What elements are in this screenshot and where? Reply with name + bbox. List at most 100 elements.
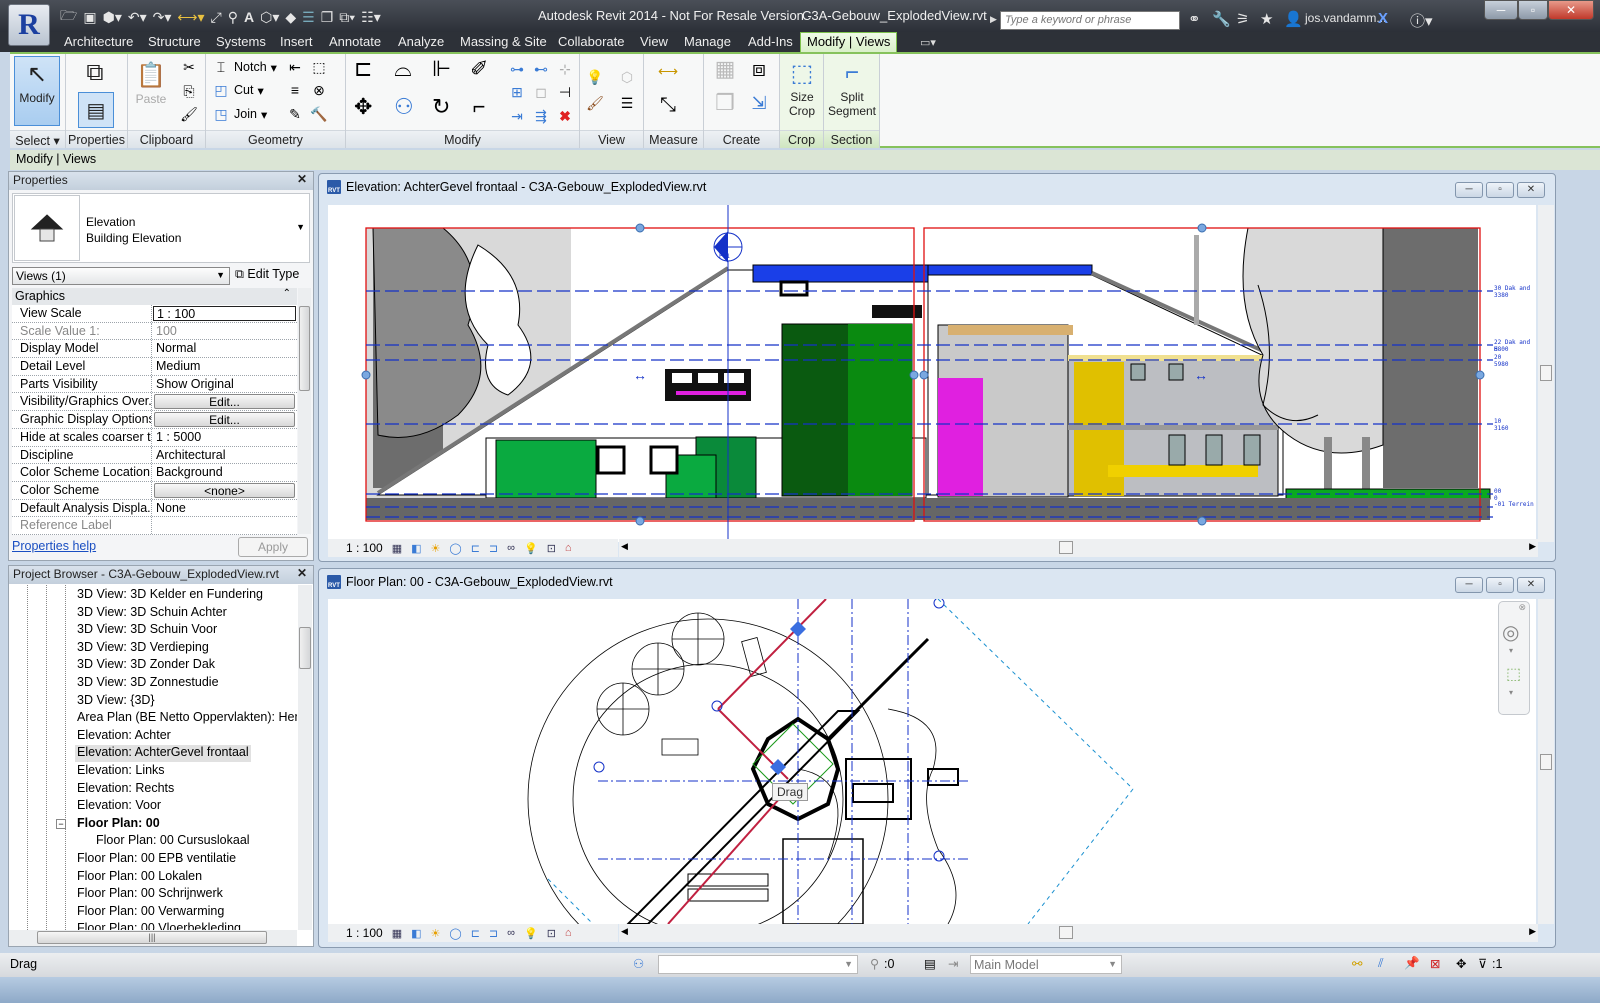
tab-modify-views[interactable]: Modify | Views (800, 32, 898, 53)
pin-icon[interactable]: ⊣ (556, 83, 574, 101)
level-name[interactable]: 20 (1494, 354, 1501, 361)
select-underlay-icon[interactable]: ⫽ (1378, 956, 1384, 971)
move-icon[interactable]: ✥ (354, 96, 372, 118)
exchange-apps-icon[interactable]: X (1378, 10, 1388, 27)
instance-filter-dropdown[interactable]: Views (1) ▼ (12, 267, 230, 285)
level-name[interactable]: -01 Terrein (1494, 501, 1534, 508)
view-close-button[interactable]: ✕ (1517, 577, 1545, 593)
design-options-icon[interactable]: ▤ (924, 956, 936, 971)
scale-icon[interactable]: ◻ (532, 83, 550, 101)
copy-elements-icon[interactable]: ⚇ (394, 96, 414, 118)
sync-icon[interactable]: ⬢▾ (103, 9, 122, 26)
highlight-displacement-icon[interactable]: ⌂ (565, 542, 572, 554)
workset-dropdown[interactable]: ▼ (658, 955, 858, 974)
align-icon[interactable]: ⊏ (354, 58, 372, 80)
thin-lines-view-icon[interactable]: ☰ (618, 94, 636, 112)
temporary-hide-icon[interactable]: ∞ (507, 542, 515, 554)
rotate-icon[interactable]: ↻ (432, 96, 450, 118)
level-name[interactable]: 30 Dak and (1494, 285, 1530, 292)
scroll-right-icon[interactable]: ▶ (1529, 541, 1536, 552)
apply-button[interactable]: Apply (238, 537, 308, 557)
tab-architecture[interactable]: Architecture (62, 34, 135, 52)
minimize-button[interactable]: ─ (1484, 0, 1518, 20)
browser-item[interactable]: Floor Plan: 00 EPB ventilatie (75, 851, 238, 868)
browser-item[interactable]: Floor Plan: 00 Verwarming (75, 904, 226, 921)
visual-style-icon[interactable]: ◧ (411, 542, 421, 555)
scroll-right-icon[interactable]: ▶ (1529, 926, 1536, 937)
ribbon-minimize-icon[interactable]: ▭▾ (920, 36, 936, 49)
analytical-model-icon[interactable]: ⊡ (547, 927, 556, 940)
thin-lines-icon[interactable]: ☰ (302, 9, 315, 26)
reveal-hidden-icon[interactable]: 💡 (524, 542, 538, 555)
switch-windows-icon[interactable]: ⧉▾ (339, 9, 355, 26)
property-value[interactable]: Background (152, 464, 297, 481)
property-value[interactable]: Architectural (152, 447, 297, 464)
collapse-icon[interactable]: ⌃ (283, 288, 291, 299)
size-crop-button[interactable]: ⬚ Size Crop (784, 56, 820, 119)
floorplan-horizontal-scrollbar[interactable]: ◀ ▶ (619, 924, 1538, 942)
floorplan-canvas[interactable]: Drag ⊗ ◎ ▾ ⬚ ▾ (328, 599, 1536, 924)
shadows-icon[interactable]: ◯ (449, 927, 461, 940)
tag-icon[interactable]: ⚲ (228, 9, 238, 26)
crop-view-icon[interactable]: ⊏ (471, 927, 480, 940)
override-graphics-icon[interactable]: ⬡ (618, 68, 636, 86)
tab-analyze[interactable]: Analyze (396, 34, 446, 52)
user-interface-icon[interactable]: ☷▾ (361, 9, 381, 26)
close-windows-icon[interactable]: ❐ (321, 9, 334, 26)
search-binoculars-icon[interactable]: ⚭ (1188, 10, 1201, 28)
browser-item[interactable]: Elevation: Rechts (75, 781, 176, 798)
notch-button[interactable]: ⌶ Notch ▾ (212, 58, 277, 76)
edit-type-button[interactable]: ⧉ Edit Type (235, 267, 299, 282)
close-browser-icon[interactable]: ✕ (297, 566, 307, 580)
section-icon[interactable]: ◆ (285, 9, 296, 26)
level-name[interactable]: 10 (1494, 418, 1501, 425)
type-properties-button[interactable]: ⧉ (78, 56, 112, 90)
tab-massing-site[interactable]: Massing & Site (458, 34, 549, 52)
infocenter-search-input[interactable]: Type a keyword or phrase (1000, 11, 1180, 30)
text-icon[interactable]: A (244, 9, 254, 25)
2d-wheel-icon[interactable]: ◎ (1502, 620, 1519, 645)
view-scale[interactable]: 1 : 100 (346, 541, 383, 555)
reveal-hidden-icon[interactable]: 💡 (524, 927, 538, 940)
communication-center-icon[interactable]: ⚞ (1236, 10, 1249, 28)
search-expand-icon[interactable]: ▶ (990, 14, 997, 25)
split-segment-button[interactable]: ⌐ Split Segment (826, 56, 878, 118)
sun-path-icon[interactable]: ☀ (431, 542, 441, 555)
properties-scrollbar[interactable] (298, 288, 311, 534)
properties-help-link[interactable]: Properties help (12, 539, 96, 553)
scroll-thumb[interactable]: ||| (37, 931, 267, 944)
shadows-icon[interactable]: ◯ (449, 542, 461, 555)
browser-item[interactable]: Area Plan (BE Netto Oppervlakten): Hemel… (75, 710, 297, 727)
browser-item[interactable]: Elevation: Links (75, 763, 167, 780)
wall-joins-icon[interactable]: ⇤ (286, 58, 304, 76)
close-nav-bar-icon[interactable]: ⊗ (1518, 602, 1526, 613)
split-with-gap-icon[interactable]: ⊷ (532, 60, 550, 78)
tab-annotate[interactable]: Annotate (327, 34, 383, 52)
worksets-icon[interactable]: ⚇ (633, 956, 644, 971)
elevation-vertical-scrollbar[interactable] (1538, 205, 1554, 542)
trim-single-icon[interactable]: ⇥ (508, 107, 526, 125)
group-header-graphics[interactable]: Graphics ⌃ (12, 288, 297, 305)
scroll-thumb[interactable] (299, 306, 310, 391)
scroll-thumb[interactable] (299, 627, 311, 669)
detail-level-icon[interactable]: ▦ (392, 542, 402, 555)
browser-vertical-scrollbar[interactable] (298, 585, 312, 930)
select-by-face-icon[interactable]: ⊠ (1430, 956, 1440, 971)
join-button[interactable]: ◳ Join ▾ (212, 105, 267, 123)
elevation-horizontal-scrollbar[interactable]: ◀ ▶ (619, 539, 1538, 557)
property-value[interactable]: Show Original (152, 376, 297, 393)
trim-extend-icon[interactable]: ⌐ (470, 96, 488, 118)
drag-on-selection-icon[interactable]: ✥ (1456, 956, 1466, 971)
property-edit-button[interactable]: Edit... (154, 394, 295, 409)
scroll-thumb[interactable] (1059, 541, 1073, 554)
tab-structure[interactable]: Structure (146, 34, 203, 52)
tab-view[interactable]: View (638, 34, 670, 52)
split-element-icon[interactable]: ⊶ (508, 60, 526, 78)
show-crop-region-icon[interactable]: ⊐ (489, 927, 498, 940)
offset-icon[interactable]: ⌓ (394, 58, 412, 80)
browser-item[interactable]: 3D View: 3D Kelder en Fundering (75, 587, 265, 604)
browser-item[interactable]: Elevation: AchterGevel frontaal (75, 745, 251, 763)
measure-between-icon[interactable]: ⟷ (652, 62, 684, 80)
beam-column-joins-icon[interactable]: ≡ (286, 81, 304, 99)
trim-multiple-icon[interactable]: ⇶ (532, 107, 550, 125)
